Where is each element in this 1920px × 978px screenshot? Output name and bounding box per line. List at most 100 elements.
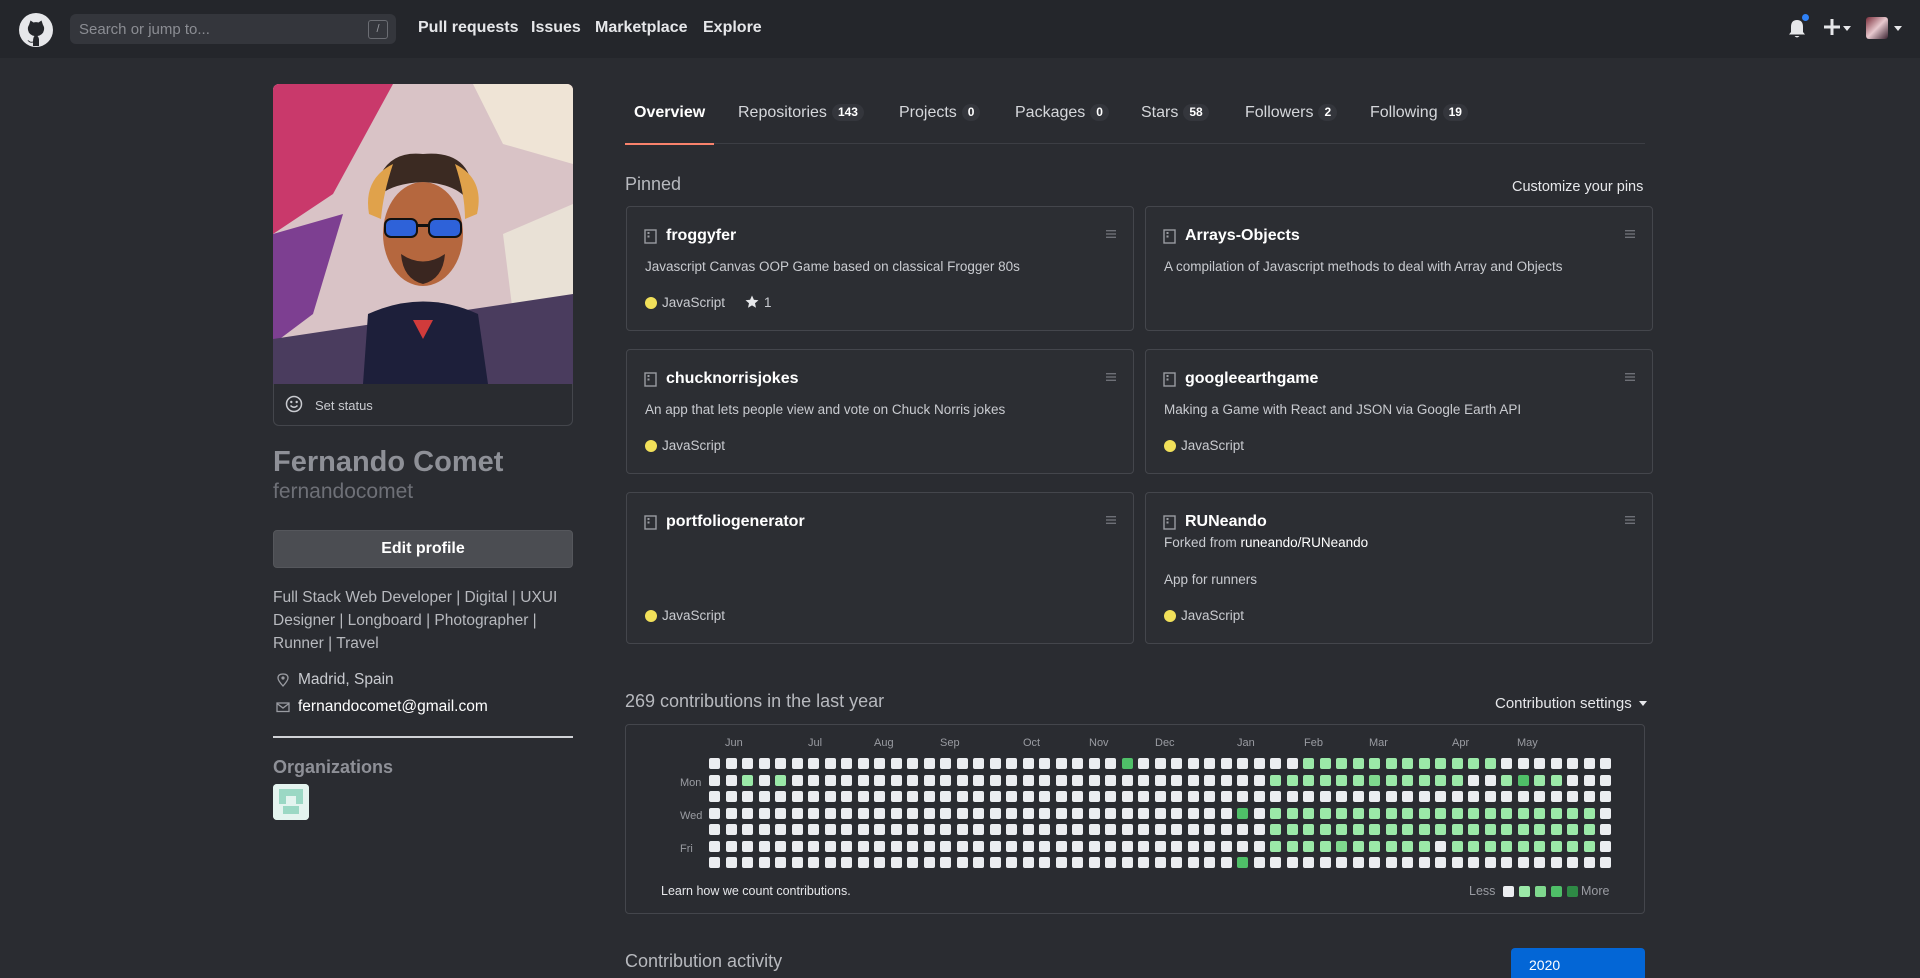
contribution-day	[874, 857, 885, 868]
contribution-day	[973, 807, 984, 819]
contribution-day	[1336, 758, 1347, 769]
contribution-day	[1303, 774, 1314, 786]
contribution-day	[1352, 857, 1364, 868]
contribution-day	[1550, 857, 1562, 868]
notifications-bell-icon[interactable]	[1788, 19, 1806, 39]
nav-explore[interactable]: Explore	[703, 19, 762, 37]
forked-from: Forked from runeando/RUNeando	[1164, 535, 1368, 550]
contribution-day	[841, 807, 852, 819]
contribution-day	[989, 758, 1001, 769]
tab-packages[interactable]: Packages 0	[1015, 104, 1109, 144]
language-name: JavaScript	[662, 438, 726, 453]
top-header: / Pull requests Issues Marketplace Explo…	[0, 0, 1920, 58]
contribution-day	[1534, 857, 1545, 868]
contribution-day	[923, 774, 935, 786]
contribution-day	[1435, 758, 1446, 769]
tab-overview[interactable]: Overview	[624, 104, 715, 145]
pinned-repo-card: portfoliogenerator JavaScript	[626, 492, 1134, 644]
contribution-day	[841, 857, 852, 868]
year-2020-button[interactable]: 2020	[1511, 948, 1645, 978]
organization-avatar[interactable]	[273, 784, 309, 820]
contribution-day	[907, 824, 918, 835]
repo-name-link[interactable]: googleearthgame	[1185, 370, 1318, 388]
language-color-dot	[1164, 610, 1176, 622]
contribution-day	[1517, 791, 1529, 802]
customize-pins-link[interactable]: Customize your pins	[1512, 179, 1643, 195]
nav-marketplace[interactable]: Marketplace	[595, 19, 688, 37]
contribution-day	[1039, 774, 1050, 786]
repo-name-link[interactable]: RUNeando	[1185, 513, 1267, 531]
contribution-day	[1369, 857, 1380, 868]
create-new-menu[interactable]	[1823, 16, 1853, 40]
contribution-day	[1055, 758, 1067, 769]
smiley-icon	[285, 395, 303, 413]
email-link[interactable]: fernandocomet@gmail.com	[298, 698, 488, 716]
tab-repositories[interactable]: Repositories 143	[738, 104, 864, 144]
contribution-day	[1055, 774, 1067, 786]
contribution-day	[1501, 857, 1512, 868]
contribution-day	[1369, 840, 1380, 852]
drag-handle-icon[interactable]	[1625, 515, 1635, 525]
search-box[interactable]: /	[70, 14, 396, 44]
contribution-day	[1583, 774, 1595, 786]
repo-name-link[interactable]: Arrays-Objects	[1185, 227, 1300, 245]
contribution-day	[1187, 774, 1199, 786]
tab-label: Overview	[634, 104, 706, 121]
counter-badge: 0	[1090, 104, 1109, 121]
contribution-day	[742, 807, 753, 819]
contribution-day	[1336, 791, 1347, 802]
contribution-day	[1187, 791, 1199, 802]
drag-handle-icon[interactable]	[1625, 372, 1635, 382]
contribution-day	[1501, 774, 1512, 786]
drag-handle-icon[interactable]	[1106, 515, 1116, 525]
drag-handle-icon[interactable]	[1106, 229, 1116, 239]
contribution-day	[1286, 807, 1298, 819]
contribution-day	[989, 840, 1001, 852]
contribution-day	[857, 840, 869, 852]
set-status-button[interactable]: Set status	[273, 384, 573, 426]
contribution-day	[824, 791, 836, 802]
contribution-day	[1402, 857, 1413, 868]
user-menu[interactable]	[1866, 17, 1904, 41]
contribution-day	[775, 807, 786, 819]
repo-icon	[1163, 229, 1176, 244]
nav-issues[interactable]: Issues	[531, 19, 581, 37]
contribution-day	[1072, 791, 1083, 802]
tab-following[interactable]: Following 19	[1370, 104, 1468, 144]
contribution-day	[1451, 857, 1463, 868]
nav-pull-requests[interactable]: Pull requests	[418, 19, 518, 37]
tab-followers[interactable]: Followers 2	[1245, 104, 1338, 144]
contribution-day	[956, 824, 968, 835]
contribution-day	[1484, 791, 1496, 802]
contribution-day	[857, 791, 869, 802]
drag-handle-icon[interactable]	[1625, 229, 1635, 239]
counter-badge: 58	[1183, 104, 1209, 121]
contribution-settings-dropdown[interactable]: Contribution settings	[1495, 695, 1647, 712]
contribution-day	[1352, 791, 1364, 802]
contribution-day	[940, 840, 951, 852]
contribution-day	[923, 840, 935, 852]
repo-name-link[interactable]: chucknorrisjokes	[666, 370, 799, 388]
contribution-day	[1138, 807, 1149, 819]
repo-name-link[interactable]: froggyfer	[666, 227, 736, 245]
contribution-day	[1088, 791, 1100, 802]
contribution-day	[907, 758, 918, 769]
repo-name-link[interactable]: portfoliogenerator	[666, 513, 805, 531]
github-logo-icon[interactable]	[18, 12, 54, 48]
contribution-day	[1484, 807, 1496, 819]
tab-stars[interactable]: Stars 58	[1141, 104, 1209, 144]
edit-profile-button[interactable]: Edit profile	[273, 530, 573, 568]
contribution-day	[1468, 774, 1479, 786]
contribution-day	[1336, 774, 1347, 786]
contribution-day	[824, 840, 836, 852]
contribution-day	[1369, 824, 1380, 835]
drag-handle-icon[interactable]	[1106, 372, 1116, 382]
search-input[interactable]	[70, 14, 396, 44]
forked-from-link[interactable]: runeando/RUNeando	[1241, 535, 1369, 550]
learn-contributions-link[interactable]: Learn how we count contributions.	[661, 884, 851, 898]
contribution-day	[1072, 824, 1083, 835]
contribution-day	[1517, 774, 1529, 786]
contribution-day	[841, 824, 852, 835]
tab-projects[interactable]: Projects 0	[899, 104, 981, 144]
contribution-day	[775, 840, 786, 852]
